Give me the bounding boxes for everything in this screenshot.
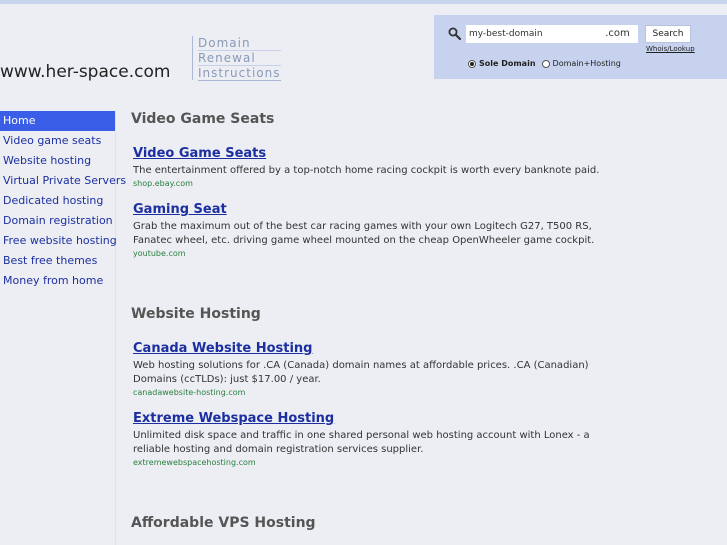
sole-domain-label: Sole Domain <box>479 59 536 68</box>
ad-title-link[interactable]: Gaming Seat <box>133 202 613 217</box>
sidebar-item-website-hosting[interactable]: Website hosting <box>0 151 115 171</box>
ad-url[interactable]: extremewebspacehosting.com <box>133 458 613 467</box>
ad-description: Unlimited disk space and traffic in one … <box>133 430 590 455</box>
ad-url[interactable]: youtube.com <box>133 249 613 258</box>
search-icon <box>448 27 461 40</box>
sidebar-nav: Home Video game seats Website hosting Vi… <box>0 111 126 545</box>
sidebar-item-free-website-hosting[interactable]: Free website hosting <box>0 231 117 251</box>
domain-search-input[interactable] <box>466 25 597 43</box>
tagline-line: Domain <box>198 36 281 51</box>
ad-description: Web hosting solutions for .CA (Canada) d… <box>133 360 589 385</box>
tagline: Domain Renewal Instructions <box>192 36 281 81</box>
sidebar-item-domain-registration[interactable]: Domain registration <box>0 211 115 231</box>
ad-block: Gaming Seat Grab the maximum out of the … <box>133 202 613 258</box>
sidebar-item-dedicated-hosting[interactable]: Dedicated hosting <box>0 191 115 211</box>
ad-title-link[interactable]: Canada Website Hosting <box>133 341 613 356</box>
section-title: Video Game Seats <box>131 111 275 127</box>
sidebar-item-video-game-seats[interactable]: Video game seats <box>0 131 115 151</box>
search-type-options: Sole Domain Domain+Hosting <box>468 59 627 68</box>
ad-url[interactable]: shop.ebay.com <box>133 179 613 188</box>
sidebar-item-money-from-home[interactable]: Money from home <box>0 271 115 291</box>
ad-block: Extreme Webspace Hosting Unlimited disk … <box>133 411 613 467</box>
sidebar-item-home[interactable]: Home <box>0 111 115 131</box>
tagline-line: Renewal <box>198 51 281 66</box>
ad-block: Canada Website Hosting Web hosting solut… <box>133 341 613 397</box>
domain-hosting-radio[interactable] <box>541 59 550 68</box>
domain-hosting-label: Domain+Hosting <box>552 59 621 68</box>
section-title: Website Hosting <box>131 306 261 322</box>
ad-title-link[interactable]: Video Game Seats <box>133 146 613 161</box>
sidebar-item-virtual-private-servers[interactable]: Virtual Private Servers <box>0 171 126 191</box>
ad-description: Grab the maximum out of the best car rac… <box>133 221 595 246</box>
whois-lookup-link[interactable]: Whois/Lookup <box>646 45 695 53</box>
sidebar-item-best-free-themes[interactable]: Best free themes <box>0 251 115 271</box>
ad-description: The entertainment offered by a top-notch… <box>133 165 600 176</box>
domain-search-panel: .com Search Whois/Lookup Sole Domain Dom… <box>434 15 727 79</box>
ad-title-link[interactable]: Extreme Webspace Hosting <box>133 411 613 426</box>
top-accent-bar <box>0 0 727 4</box>
sole-domain-radio[interactable] <box>468 59 476 68</box>
site-title[interactable]: www.her-space.com <box>0 62 170 82</box>
tld-select[interactable]: .com <box>597 25 638 43</box>
search-button[interactable]: Search <box>645 25 691 43</box>
ad-block: Video Game Seats The entertainment offer… <box>133 146 613 188</box>
tagline-line: Instructions <box>198 66 281 81</box>
ad-url[interactable]: canadawebsite-hosting.com <box>133 388 613 397</box>
section-title: Affordable VPS Hosting <box>131 515 316 531</box>
